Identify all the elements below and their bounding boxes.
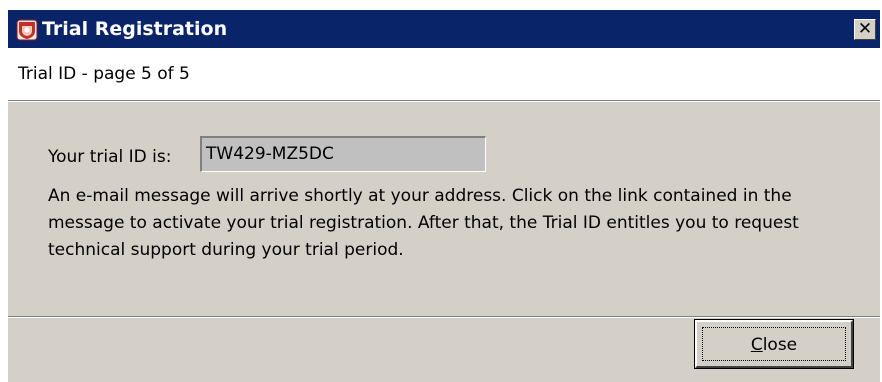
- footer-divider: [8, 316, 880, 318]
- close-button-label: Close: [702, 327, 846, 361]
- trial-registration-dialog: Trial Registration ✕ Trial ID - page 5 o…: [8, 10, 880, 382]
- page-header: Trial ID - page 5 of 5: [8, 48, 880, 100]
- app-shield-icon: [16, 19, 38, 41]
- trial-id-label: Your trial ID is:: [48, 147, 172, 167]
- title-bar[interactable]: Trial Registration ✕: [8, 10, 880, 48]
- dialog-title: Trial Registration: [42, 18, 228, 40]
- close-mnemonic: C: [750, 335, 763, 355]
- close-icon[interactable]: ✕: [854, 19, 876, 40]
- trial-id-field[interactable]: TW429-MZ5DC: [200, 136, 486, 172]
- header-divider: [8, 100, 880, 102]
- activation-message: An e-mail message will arrive shortly at…: [48, 186, 799, 260]
- close-label-rest: lose: [762, 335, 798, 355]
- close-button[interactable]: Close: [694, 319, 854, 369]
- page-indicator: Trial ID - page 5 of 5: [18, 64, 190, 84]
